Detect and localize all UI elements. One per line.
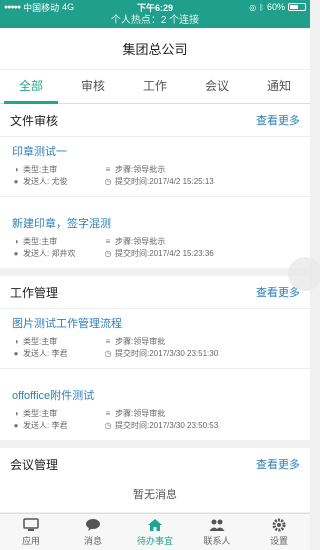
- contacts-icon: [209, 519, 225, 531]
- item-title[interactable]: 新建印章，签字混测: [12, 215, 298, 231]
- view-more-link[interactable]: 查看更多: [256, 112, 300, 128]
- tab-meeting[interactable]: 会议: [186, 70, 248, 103]
- hotspot-banner[interactable]: 个人热点：2 个连接: [0, 14, 310, 28]
- view-more-link[interactable]: 查看更多: [256, 456, 300, 472]
- chat-bubble-icon: [86, 518, 100, 531]
- clock-icon: ◷: [104, 177, 112, 186]
- list-item[interactable]: offoffice附件测试 ◑ 类型:主审 ≡ 步骤:领导审批 ● 发送人: 李君 ◷…: [0, 368, 310, 440]
- tabbar-messages[interactable]: 消息: [62, 514, 124, 550]
- section-header: 工作管理 查看更多: [0, 276, 310, 308]
- tabbar-settings[interactable]: 设置: [248, 514, 310, 550]
- user-icon: ●: [13, 421, 19, 430]
- section-header: 文件审核 查看更多: [0, 104, 310, 136]
- item-type: 类型:主审: [23, 237, 58, 246]
- bottom-tab-bar: 应用 消息 待办事宜 联系人 设置: [0, 513, 310, 550]
- clock-icon: ◷: [104, 421, 112, 430]
- step-icon: ≡: [105, 237, 111, 246]
- item-sender: 发送人: 李君: [23, 349, 68, 358]
- home-icon: [148, 518, 162, 531]
- tabbar-label: 设置: [269, 535, 288, 546]
- section-header: 会议管理 查看更多: [0, 448, 310, 480]
- user-icon: ●: [13, 349, 19, 358]
- floating-assistive-button[interactable]: [288, 257, 320, 291]
- item-step: 步骤:领导审批: [115, 337, 166, 346]
- section-title: 工作管理: [10, 285, 59, 300]
- meeting-section: 会议管理 查看更多 暂无消息: [0, 448, 310, 512]
- tab-all[interactable]: 全部: [0, 70, 62, 104]
- tabbar-contacts[interactable]: 联系人: [186, 514, 248, 550]
- carrier-label: 中国移动: [23, 2, 60, 13]
- type-icon: ◑: [13, 237, 19, 246]
- item-type: 类型:主审: [23, 409, 58, 418]
- network-label: 4G: [62, 2, 75, 12]
- tab-notice[interactable]: 通知: [248, 70, 310, 103]
- doc-review-section: 文件审核 查看更多 印章测试一 ◑ 类型:主审 ≡ 步骤:领导批示 ● 发送人: 尤俊…: [0, 104, 310, 268]
- item-step: 步骤:领导批示: [115, 237, 166, 246]
- tabbar-label: 消息: [83, 535, 102, 546]
- bluetooth-icon: ᛒ: [259, 2, 264, 12]
- tabbar-label: 应用: [21, 535, 40, 546]
- item-title[interactable]: 图片测试工作管理流程: [12, 315, 298, 331]
- battery-icon: [288, 3, 306, 11]
- user-icon: ●: [13, 177, 19, 186]
- main-content[interactable]: 文件审核 查看更多 印章测试一 ◑ 类型:主审 ≡ 步骤:领导批示 ● 发送人: 尤俊…: [0, 104, 310, 513]
- rotation-lock-icon: ◎: [249, 2, 257, 12]
- work-section: 工作管理 查看更多 图片测试工作管理流程 ◑ 类型:主审 ≡ 步骤:领导审批 ● 发送…: [0, 276, 310, 440]
- tabbar-label: 联系人: [203, 535, 231, 546]
- item-title[interactable]: 印章测试一: [12, 143, 298, 159]
- page-title: 集团总公司: [0, 28, 310, 70]
- step-icon: ≡: [105, 337, 111, 346]
- type-icon: ◑: [13, 409, 19, 418]
- item-sender: 发送人: 尤俊: [23, 177, 68, 186]
- status-right: ◎ ᛒ 60%: [196, 2, 306, 12]
- item-time: 提交时间:2017/3/30 23:50:53: [115, 421, 219, 430]
- clock-icon: ◷: [104, 249, 112, 258]
- status-bar: ●●●●● 中国移动 4G 下午6:29 ◎ ᛒ 60%: [0, 0, 310, 14]
- battery-percent: 60%: [266, 2, 285, 12]
- user-icon: ●: [13, 249, 19, 258]
- item-type: 类型:主审: [23, 165, 58, 174]
- empty-message: 暂无消息: [133, 489, 177, 501]
- clock-icon: ◷: [104, 349, 112, 358]
- section-title: 会议管理: [10, 457, 59, 472]
- section-title: 文件审核: [10, 113, 59, 128]
- item-time: 提交时间:2017/3/30 23:51:30: [115, 349, 219, 358]
- signal-icon: ●●●●●: [4, 3, 21, 11]
- item-time: 提交时间:2017/4/2 15:25:13: [115, 177, 214, 186]
- type-icon: ◑: [13, 165, 19, 174]
- step-icon: ≡: [105, 165, 111, 174]
- tab-review[interactable]: 审核: [62, 70, 124, 103]
- item-sender: 发送人: 郑井欢: [23, 249, 76, 258]
- item-type: 类型:主审: [23, 337, 58, 346]
- item-time: 提交时间:2017/4/2 15:23:36: [115, 249, 214, 258]
- item-step: 步骤:领导审批: [115, 409, 166, 418]
- list-item[interactable]: 新建印章，签字混测 ◑ 类型:主审 ≡ 步骤:领导批示 ● 发送人: 郑井欢 ◷ 提交时…: [0, 196, 310, 268]
- gear-icon: [272, 518, 286, 531]
- status-time: 下午6:29: [136, 2, 173, 13]
- item-sender: 发送人: 李君: [23, 421, 68, 430]
- tab-work[interactable]: 工作: [124, 70, 186, 103]
- tabbar-apps[interactable]: 应用: [0, 514, 62, 550]
- monitor-icon: [23, 517, 39, 531]
- step-icon: ≡: [105, 409, 111, 418]
- list-item[interactable]: 图片测试工作管理流程 ◑ 类型:主审 ≡ 步骤:领导审批 ● 发送人: 李君 ◷ 提交时…: [0, 308, 310, 368]
- item-step: 步骤:领导批示: [115, 165, 166, 174]
- category-tabs: 全部 审核 工作 会议 通知: [0, 70, 310, 104]
- tabbar-label: 待办事宜: [136, 535, 173, 546]
- item-title[interactable]: offoffice附件测试: [12, 387, 298, 403]
- type-icon: ◑: [13, 337, 19, 346]
- list-item[interactable]: 印章测试一 ◑ 类型:主审 ≡ 步骤:领导批示 ● 发送人: 尤俊 ◷ 提交时间:201…: [0, 136, 310, 196]
- tabbar-todo[interactable]: 待办事宜: [124, 514, 186, 550]
- status-left: ●●●●● 中国移动 4G: [4, 1, 114, 14]
